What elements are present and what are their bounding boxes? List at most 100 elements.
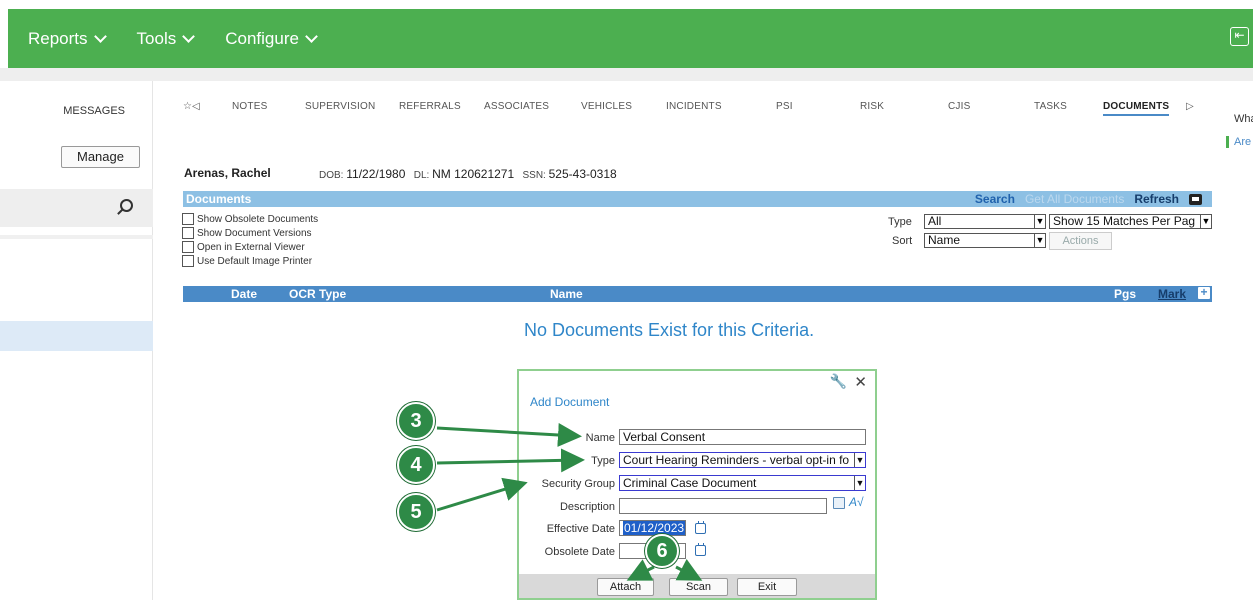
divider: [0, 235, 153, 239]
tab-notes[interactable]: NOTES: [232, 101, 267, 112]
close-icon[interactable]: ✕: [854, 373, 867, 391]
dropdown-arrow-icon: ▼: [854, 453, 865, 467]
tab-incidents[interactable]: INCIDENTS: [666, 101, 722, 112]
tab-documents[interactable]: DOCUMENTS: [1103, 101, 1170, 116]
description-label: Description: [559, 501, 615, 513]
right-panel-item[interactable]: Are: [1226, 136, 1251, 148]
sort-select[interactable]: Name ▼: [924, 233, 1046, 248]
tab-psi[interactable]: PSI: [776, 101, 793, 112]
type-filter-value: All: [928, 214, 942, 228]
dl-value: NM 120621271: [432, 167, 515, 181]
name-label: Name: [585, 432, 615, 444]
scan-button[interactable]: Scan: [669, 578, 728, 596]
sort-value: Name: [928, 233, 961, 247]
col-name[interactable]: Name: [550, 287, 583, 301]
tab-associates[interactable]: ASSOCIATES: [484, 101, 549, 112]
messages-link[interactable]: MESSAGES: [63, 105, 125, 117]
tab-tasks[interactable]: TASKS: [1034, 101, 1067, 112]
calendar-icon[interactable]: [695, 521, 706, 534]
col-date[interactable]: Date: [231, 287, 257, 301]
type-select[interactable]: Court Hearing Reminders - verbal opt-in …: [619, 452, 866, 468]
refresh-link[interactable]: Refresh: [1134, 192, 1179, 206]
dropdown-arrow-icon: ▼: [1034, 215, 1045, 228]
option-show-obsolete[interactable]: Show Obsolete Documents: [182, 213, 318, 225]
checkbox[interactable]: [182, 213, 194, 225]
col-type[interactable]: Type: [319, 287, 346, 301]
print-icon[interactable]: [1189, 193, 1202, 205]
type-filter-label: Type: [888, 216, 912, 228]
type-value: Court Hearing Reminders - verbal opt-in …: [623, 453, 850, 467]
col-pgs[interactable]: Pgs: [1114, 287, 1136, 301]
type-filter-select[interactable]: All ▼: [924, 214, 1046, 229]
matches-per-page-select[interactable]: Show 15 Matches Per Pag ▼: [1049, 214, 1212, 229]
option-show-versions[interactable]: Show Document Versions: [182, 227, 312, 239]
col-ocr[interactable]: OCR: [289, 287, 316, 301]
exit-icon[interactable]: ⇤: [1230, 27, 1249, 46]
actions-button[interactable]: Actions: [1049, 232, 1112, 250]
sidebar-search[interactable]: [0, 189, 153, 227]
col-mark[interactable]: Mark: [1158, 287, 1186, 301]
effective-date-input[interactable]: 01/12/2023: [619, 520, 686, 536]
tab-risk[interactable]: RISK: [860, 101, 884, 112]
callout-3: 3: [397, 402, 435, 440]
ssn-label: SSN:: [522, 170, 546, 181]
callout-4: 4: [397, 446, 435, 484]
nav-tools[interactable]: Tools: [136, 28, 196, 49]
person-meta: DOB: 11/22/1980 DL: NM 120621271 SSN: 52…: [319, 167, 617, 181]
obsolete-date-label: Obsolete Date: [544, 546, 615, 558]
dropdown-arrow-icon: ▼: [1200, 215, 1211, 228]
spellcheck-icon[interactable]: A√: [849, 495, 864, 509]
tab-supervision[interactable]: SUPERVISION: [305, 101, 375, 112]
search-link[interactable]: Search: [975, 192, 1015, 206]
option-external-viewer[interactable]: Open in External Viewer: [182, 241, 305, 253]
option-label: Open in External Viewer: [197, 241, 305, 253]
documents-header: Documents Search Get All Documents Refre…: [183, 191, 1212, 207]
favorite-star-icon[interactable]: ☆◁: [183, 101, 200, 112]
top-nav-bar: Reports Tools Configure ⇤: [8, 9, 1253, 68]
dl-label: DL:: [413, 170, 430, 181]
option-label: Show Document Versions: [197, 227, 312, 239]
dob-label: DOB:: [319, 170, 344, 181]
dropdown-arrow-icon: ▼: [1034, 234, 1045, 247]
checkbox[interactable]: [182, 255, 194, 267]
sidebar-selected-item[interactable]: [0, 321, 153, 351]
attach-button[interactable]: Attach: [597, 578, 654, 596]
nav-configure-label: Configure: [225, 28, 299, 48]
callout-6: 6: [645, 534, 679, 568]
security-group-select[interactable]: Criminal Case Document ▼: [619, 475, 866, 491]
documents-title: Documents: [186, 192, 252, 206]
add-icon[interactable]: +: [1198, 286, 1210, 299]
empty-message: No Documents Exist for this Criteria.: [524, 320, 815, 340]
name-input[interactable]: Verbal Consent: [619, 429, 866, 445]
effective-date-value: 01/12/2023: [623, 521, 685, 535]
chevron-down-icon: [182, 29, 196, 43]
sub-header-strip: [0, 68, 1253, 81]
chevron-down-icon: [305, 29, 318, 43]
tab-bar: ☆◁ NOTES SUPERVISION REFERRALS ASSOCIATE…: [174, 101, 1217, 121]
nav-reports-label: Reports: [28, 28, 88, 48]
sort-label: Sort: [892, 235, 913, 247]
checkbox[interactable]: [182, 241, 194, 253]
option-default-printer[interactable]: Use Default Image Printer: [182, 255, 312, 267]
tab-vehicles[interactable]: VEHICLES: [581, 101, 632, 112]
tab-cjis[interactable]: CJIS: [948, 101, 970, 112]
tab-referrals[interactable]: REFERRALS: [399, 101, 461, 112]
checkbox[interactable]: [182, 227, 194, 239]
dob-value: 11/22/1980: [346, 167, 406, 181]
nav-configure[interactable]: Configure: [225, 28, 318, 49]
exit-button[interactable]: Exit: [737, 578, 797, 596]
type-label: Type: [591, 455, 615, 467]
edit-icon[interactable]: [833, 497, 845, 509]
nav-tools-label: Tools: [136, 28, 177, 48]
calendar-icon[interactable]: [695, 543, 706, 556]
search-icon[interactable]: [120, 199, 133, 212]
wrench-icon[interactable]: 🔧: [830, 373, 847, 390]
nav-reports[interactable]: Reports: [28, 28, 107, 49]
add-document-dialog: 🔧 ✕ Add Document Name Verbal Consent Typ…: [517, 369, 877, 600]
documents-column-header: Date OCR Type Name Pgs Mark +: [183, 286, 1212, 302]
person-header: Arenas, Rachel DOB: 11/22/1980 DL: NM 12…: [184, 166, 617, 181]
manage-button[interactable]: Manage: [61, 146, 140, 168]
right-panel: Wha Are: [1225, 81, 1253, 600]
tab-scroll-right-icon[interactable]: ▷: [1186, 101, 1194, 112]
description-input[interactable]: [619, 498, 827, 514]
